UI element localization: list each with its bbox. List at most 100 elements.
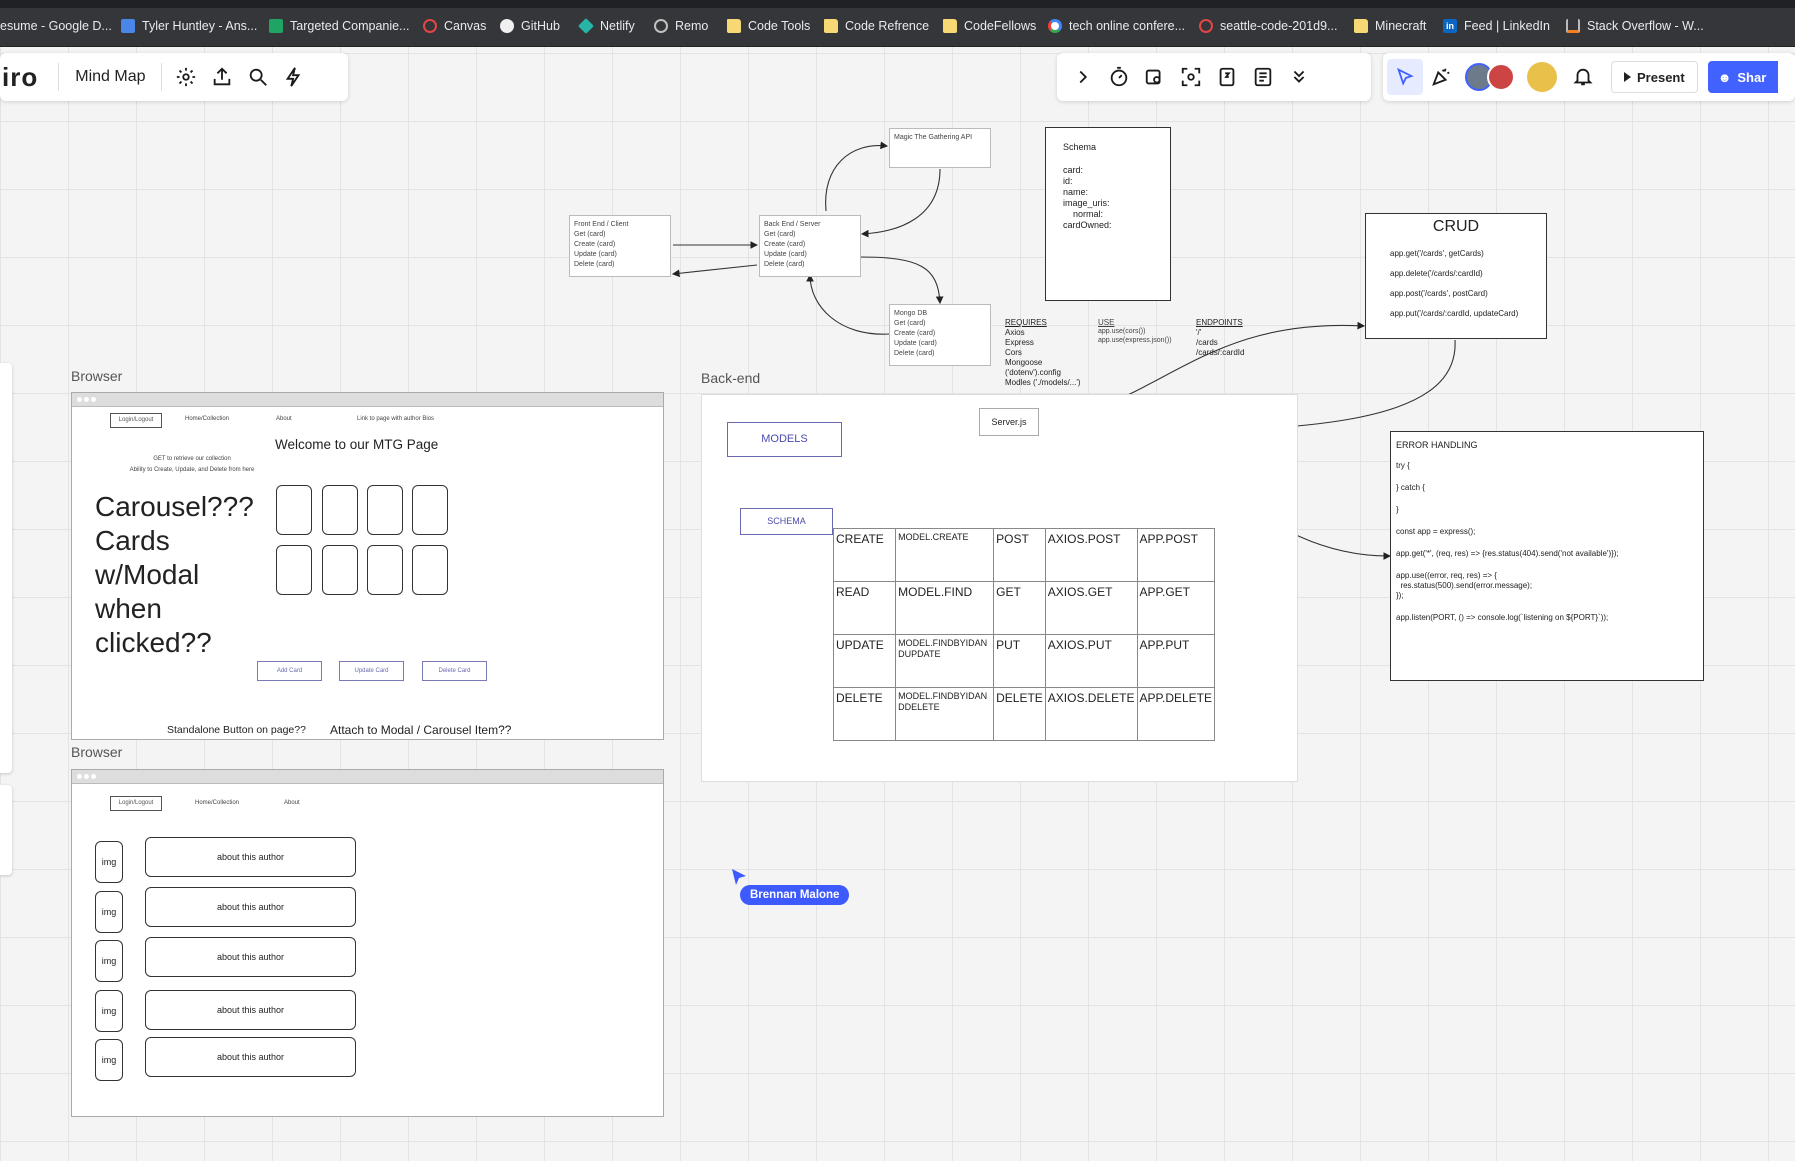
folder-icon xyxy=(727,19,741,33)
nav-home[interactable]: Home/Collection xyxy=(195,798,239,808)
endpoint-item: /cards xyxy=(1196,338,1218,347)
card-placeholder[interactable] xyxy=(276,545,312,595)
bookmark-item[interactable]: Canvas xyxy=(423,16,486,36)
login-button[interactable]: Login/Logout xyxy=(110,413,162,428)
requires-list[interactable]: REQUIRES Axios Express Cors Mongoose ('d… xyxy=(1005,318,1095,388)
table-cell[interactable]: DELETE xyxy=(832,687,897,741)
table-cell[interactable]: APP.PUT xyxy=(1136,634,1216,688)
table-cell[interactable]: CREATE xyxy=(832,528,897,582)
author-bio[interactable]: about this author xyxy=(145,837,356,877)
box-line: Create (card) xyxy=(764,241,806,248)
endpoints-list[interactable]: ENDPOINTS '/' /cards /cards/:cardId xyxy=(1196,318,1266,358)
table-cell[interactable]: POST xyxy=(993,528,1046,582)
card-placeholder[interactable] xyxy=(367,545,403,595)
use-item: app.use(cors()) xyxy=(1098,328,1146,335)
table-cell[interactable]: MODEL.FINDBYIDAN DDELETE xyxy=(895,687,995,741)
bookmark-item[interactable]: Remo xyxy=(654,16,708,36)
table-cell[interactable]: APP.DELETE xyxy=(1136,687,1216,741)
bookmark-item[interactable]: Code Tools xyxy=(727,16,810,36)
nav-about[interactable]: About xyxy=(284,798,300,808)
error-line: }); xyxy=(1396,591,1404,600)
mtg-api-box[interactable]: Magic The Gathering API xyxy=(889,128,991,168)
author-bio[interactable]: about this author xyxy=(145,937,356,977)
note-line: GET to retrieve our collection xyxy=(153,456,231,462)
author-bio[interactable]: about this author xyxy=(145,887,356,927)
carousel-note: Carousel??? Cards w/Modal when clicked?? xyxy=(95,490,254,660)
add-card-button[interactable]: Add Card xyxy=(257,661,322,681)
bookmark-item[interactable]: esume - Google D... xyxy=(0,16,112,36)
requires-item: Axios xyxy=(1005,328,1025,337)
table-cell[interactable]: AXIOS.DELETE xyxy=(1044,687,1138,741)
mongo-box[interactable]: Mongo DB Get (card) Create (card) Update… xyxy=(889,304,991,366)
nav-home[interactable]: Home/Collection xyxy=(185,414,229,424)
error-handling-box[interactable]: ERROR HANDLING try { } catch { } const a… xyxy=(1390,431,1704,681)
bookmark-item[interactable]: Stack Overflow - W... xyxy=(1566,16,1704,36)
table-cell[interactable]: GET xyxy=(993,581,1046,635)
bookmark-item[interactable]: Code Refrence xyxy=(824,16,929,36)
frame-title[interactable]: Browser xyxy=(71,368,122,384)
card-placeholder[interactable] xyxy=(367,485,403,535)
nav-about[interactable]: About xyxy=(276,414,292,424)
crud-mapping-table[interactable]: CREATE MODEL.CREATE POST AXIOS.POST APP.… xyxy=(832,528,1216,741)
table-cell[interactable]: MODEL.CREATE xyxy=(895,528,995,582)
author-bio[interactable]: about this author xyxy=(145,990,356,1030)
connector xyxy=(825,141,889,212)
frame-title[interactable]: Browser xyxy=(71,744,122,760)
bookmark-item[interactable]: Tyler Huntley - Ans... xyxy=(121,16,257,36)
crud-box[interactable]: CRUD app.get('/cards', getCards) app.del… xyxy=(1365,213,1547,339)
login-button[interactable]: Login/Logout xyxy=(110,796,162,811)
folder-icon xyxy=(824,19,838,33)
backend-box[interactable]: Back End / Server Get (card) Create (car… xyxy=(759,215,861,277)
board-canvas[interactable]: iro Mind Map Present ☻ Shar Magic The Ga… xyxy=(0,47,1795,1161)
card-placeholder[interactable] xyxy=(412,485,448,535)
schema-box[interactable]: Schema card: id: name: image_uris: norma… xyxy=(1045,127,1171,301)
crud-line: app.post('/cards', postCard) xyxy=(1390,289,1488,298)
table-cell[interactable]: UPDATE xyxy=(832,634,897,688)
server-node[interactable]: Server.js xyxy=(979,408,1039,436)
frame-title[interactable]: Back-end xyxy=(701,370,760,386)
bookmark-item[interactable]: Netlify xyxy=(578,16,635,36)
standalone-note: Standalone Button on page?? xyxy=(167,724,306,736)
table-cell[interactable]: DELETE xyxy=(993,687,1046,741)
bookmark-item[interactable]: Minecraft xyxy=(1354,16,1426,36)
bookmark-item[interactable]: seattle-code-201d9... xyxy=(1199,16,1337,36)
collaborator-cursor-icon xyxy=(732,869,746,885)
table-cell[interactable]: PUT xyxy=(993,634,1046,688)
browser-wireframe-home[interactable]: Login/Logout Home/Collection About Link … xyxy=(71,392,664,740)
browser-wireframe-about[interactable]: Login/Logout Home/Collection About img a… xyxy=(71,769,664,1117)
bookmark-label: Canvas xyxy=(444,19,487,33)
bookmark-item[interactable]: GitHub xyxy=(500,16,560,36)
bookmark-item[interactable]: CodeFellows xyxy=(943,16,1036,36)
table-cell[interactable]: APP.GET xyxy=(1136,581,1216,635)
card-placeholder[interactable] xyxy=(322,545,358,595)
card-placeholder[interactable] xyxy=(276,485,312,535)
box-line: Get (card) xyxy=(894,320,926,327)
use-list[interactable]: USE app.use(cors()) app.use(express.json… xyxy=(1098,318,1193,345)
schema-line: normal: xyxy=(1063,209,1104,219)
mtg-api-label: Magic The Gathering API xyxy=(894,134,973,141)
card-placeholder[interactable] xyxy=(412,545,448,595)
table-cell[interactable]: AXIOS.PUT xyxy=(1044,634,1138,688)
frontend-box[interactable]: Front End / Client Get (card) Create (ca… xyxy=(569,215,671,277)
card-placeholder[interactable] xyxy=(322,485,358,535)
bookmark-item[interactable]: Targeted Companie... xyxy=(269,16,410,36)
bookmark-label: Targeted Companie... xyxy=(290,19,410,33)
models-box[interactable]: MODELS xyxy=(727,422,842,457)
delete-card-button[interactable]: Delete Card xyxy=(422,661,487,681)
table-cell[interactable]: READ xyxy=(832,581,897,635)
box-line: Update (card) xyxy=(574,251,617,258)
about-note: Link to page with author Bios xyxy=(357,416,435,422)
bookmark-item[interactable]: in Feed | LinkedIn xyxy=(1443,16,1550,36)
table-cell[interactable]: MODEL.FINDBYIDAN DUPDATE xyxy=(895,634,995,688)
crud-line: app.put('/cards/:cardId, updateCard) xyxy=(1390,309,1519,318)
author-bio[interactable]: about this author xyxy=(145,1037,356,1077)
table-row: DELETE MODEL.FINDBYIDAN DDELETE DELETE A… xyxy=(832,687,1216,741)
bookmark-item[interactable]: tech online confere... xyxy=(1048,16,1185,36)
table-cell[interactable]: APP.POST xyxy=(1136,528,1216,582)
table-cell[interactable]: AXIOS.POST xyxy=(1044,528,1138,582)
update-card-button[interactable]: Update Card xyxy=(339,661,404,681)
schema-node[interactable]: SCHEMA xyxy=(740,508,833,535)
table-cell[interactable]: AXIOS.GET xyxy=(1044,581,1138,635)
table-cell[interactable]: MODEL.FIND xyxy=(895,581,995,635)
schema-title: Schema xyxy=(1063,142,1097,152)
